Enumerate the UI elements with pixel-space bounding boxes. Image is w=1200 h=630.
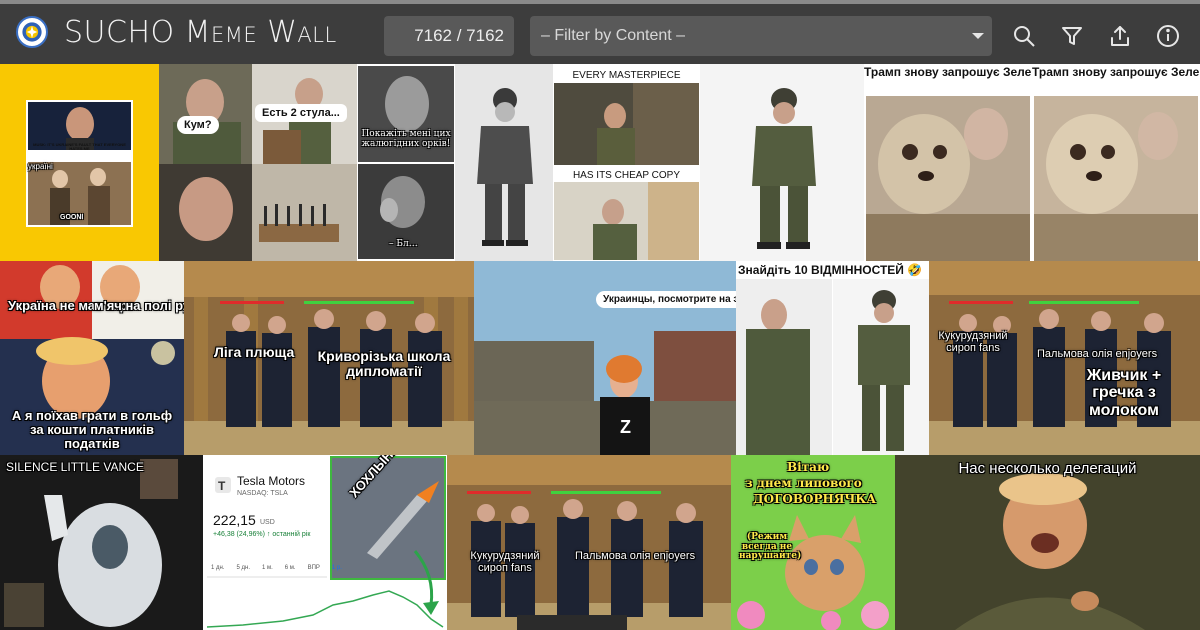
meme-left-caption: Кукурудзяний сироп fans [470,550,540,574]
meme-tile-silence-vance[interactable]: SILENCE LITTLE VANCE [0,455,203,630]
meme-caption: Нас несколько делегаций [958,460,1137,477]
ticker: NASDAQ: TSLA [237,490,288,497]
meme-tile-tesla[interactable]: T Tesla Motors NASDAQ: TSLA 222,15 USD +… [203,455,447,630]
meme-grid: MUSK: IT'S UKRAINE'S FAULT THAT EVERYONE… [0,64,1200,630]
meme-tile-soldier-bw[interactable] [455,64,553,261]
meme-tile-spot-difference[interactable]: Знайдіть 10 ВІДМІННОСТЕЙ 🤣 [736,261,929,455]
meme-tile-delegations[interactable]: Нас несколько делегаций [895,455,1200,630]
meme-watermark: GOONI [60,214,84,221]
meme-bottom-caption: HAS ITS CHEAP COPY [572,170,681,181]
meme-caption: SILENCE LITTLE VANCE [6,460,144,474]
stock-currency: USD [260,519,275,526]
meme-counter: 7162 / 7162 [384,16,514,56]
svg-text:Z: Z [620,417,631,437]
meme-tile-empathy[interactable]: Z Украинцы, посмотрите на это, где ваша … [474,261,736,455]
range-tab[interactable]: 1 дн. [211,565,225,571]
greeting-note: (Режим всегда не нарушайте) [739,532,802,562]
svg-text:T: T [218,479,226,493]
share-icon[interactable] [1108,24,1132,48]
company-name: Tesla Motors [237,474,306,488]
meme-top-caption: EVERY MASTERPIECE [572,70,681,81]
info-icon[interactable] [1156,24,1180,48]
greeting-line-3: ДОГОВОРНЯЧКА [753,492,877,506]
meme-tile-soldier-color[interactable] [700,64,864,261]
stock-change: +46,38 (24,96%) ↑ останній рік [213,531,311,538]
meme-tile-musk[interactable]: MUSK: IT'S UKRAINE'S FAULT THAT EVERYONE… [0,64,159,261]
meme-tile-boromir[interactable]: Покажіть мені цих жалюгідних орків! – Бл… [357,64,455,261]
meme-tile-kitten-greeting[interactable]: Вітаю з днем липового ДОГОВОРНЯЧКА (Режи… [731,455,895,630]
meme-left-caption: Кукурудзяний сироп fans [938,330,1008,354]
meme-tile-ivy-league[interactable]: Ліга плюща Криворізька школа дипломатії [184,261,474,455]
meme-tile-palm-oil[interactable]: Кукурудзяний сироп fans Пальмова олія en… [447,455,731,630]
content-filter-select[interactable]: – Filter by Content – [530,16,992,56]
meme-headline: MUSK: IT'S UKRAINE'S FAULT THAT EVERYONE… [33,142,126,152]
range-tab[interactable]: ВПР [308,565,320,571]
meme-tile-trump-invite-2[interactable]: Трамп знову запрошує Зеленського до біло… [1032,64,1200,261]
greeting-line-2: з днем липового [745,476,862,490]
sucho-logo-icon[interactable] [16,16,48,48]
meme-tile-trump-cards[interactable]: Україна не має карт м'яч на полі русні А… [0,261,184,455]
meme-bottom-caption: – Бл… [389,239,418,249]
meme-right-caption: Пальмова олія enjoyers [575,550,696,562]
stock-price: 222,15 [213,512,256,528]
meme-caption: Знайдіть 10 ВІДМІННОСТЕЙ 🤣 [738,263,923,277]
meme-top-caption: Покажіть мені цих жалюгідних орків! [361,129,451,149]
range-tab[interactable]: 6 м. [285,565,296,571]
range-tab[interactable]: 1 м. [262,565,273,571]
meme-tile-masterpiece[interactable]: EVERY MASTERPIECE HAS ITS CHEAP COPY [553,64,700,261]
meme-tile-kum[interactable]: Кум? Есть 2 стула... [159,64,357,261]
range-tab[interactable]: 1 р. [332,565,342,571]
chevron-down-icon [972,33,984,39]
meme-bottom-caption: А я поїхав грати в гольф за кошти платни… [11,408,173,452]
speech-bubble: Кум? [177,116,219,135]
meme-right-caption: Живчик + гречка з молоком [1086,367,1162,419]
top-bar: SUCHO Meme Wall 7162 / 7162 – Filter by … [0,0,1200,64]
filter-icon[interactable] [1060,24,1084,48]
meme-right-caption: м'яч на полі русні [94,298,184,313]
range-tab[interactable]: 5 дн. [237,565,251,571]
greeting-line-1: Вітаю [787,460,830,474]
meme-caption: Трамп знову запрошує Зеленського до біло… [1032,65,1200,79]
meme-tile-trump-invite-1[interactable]: Трамп знову запрошує Зеленського до біло… [864,64,1032,261]
meme-right-caption: Криворізька школа дипломатії [317,348,451,380]
speech-bubble: Украинцы, посмотрите на это, где ваша эм… [596,291,736,308]
range-tabs: 1 дн. 5 дн. 1 м. 6 м. ВПР 1 р. [211,565,342,571]
filter-placeholder: – Filter by Content – [541,27,686,44]
meme-left-caption: Ліга плюща [214,344,295,360]
meme-label: україні [28,162,53,171]
search-icon[interactable] [1012,24,1036,48]
meme-caption: Трамп знову запрошує Зеленського до біло… [864,65,1032,79]
meme-tile-corn-syrup[interactable]: Кукурудзяний сироп fans Пальмова олія en… [929,261,1200,455]
meme-mid-caption: Пальмова олія enjoyers [1037,348,1158,360]
speech-bubble: Есть 2 стула... [255,104,347,123]
app-title: SUCHO Meme Wall [64,15,337,50]
